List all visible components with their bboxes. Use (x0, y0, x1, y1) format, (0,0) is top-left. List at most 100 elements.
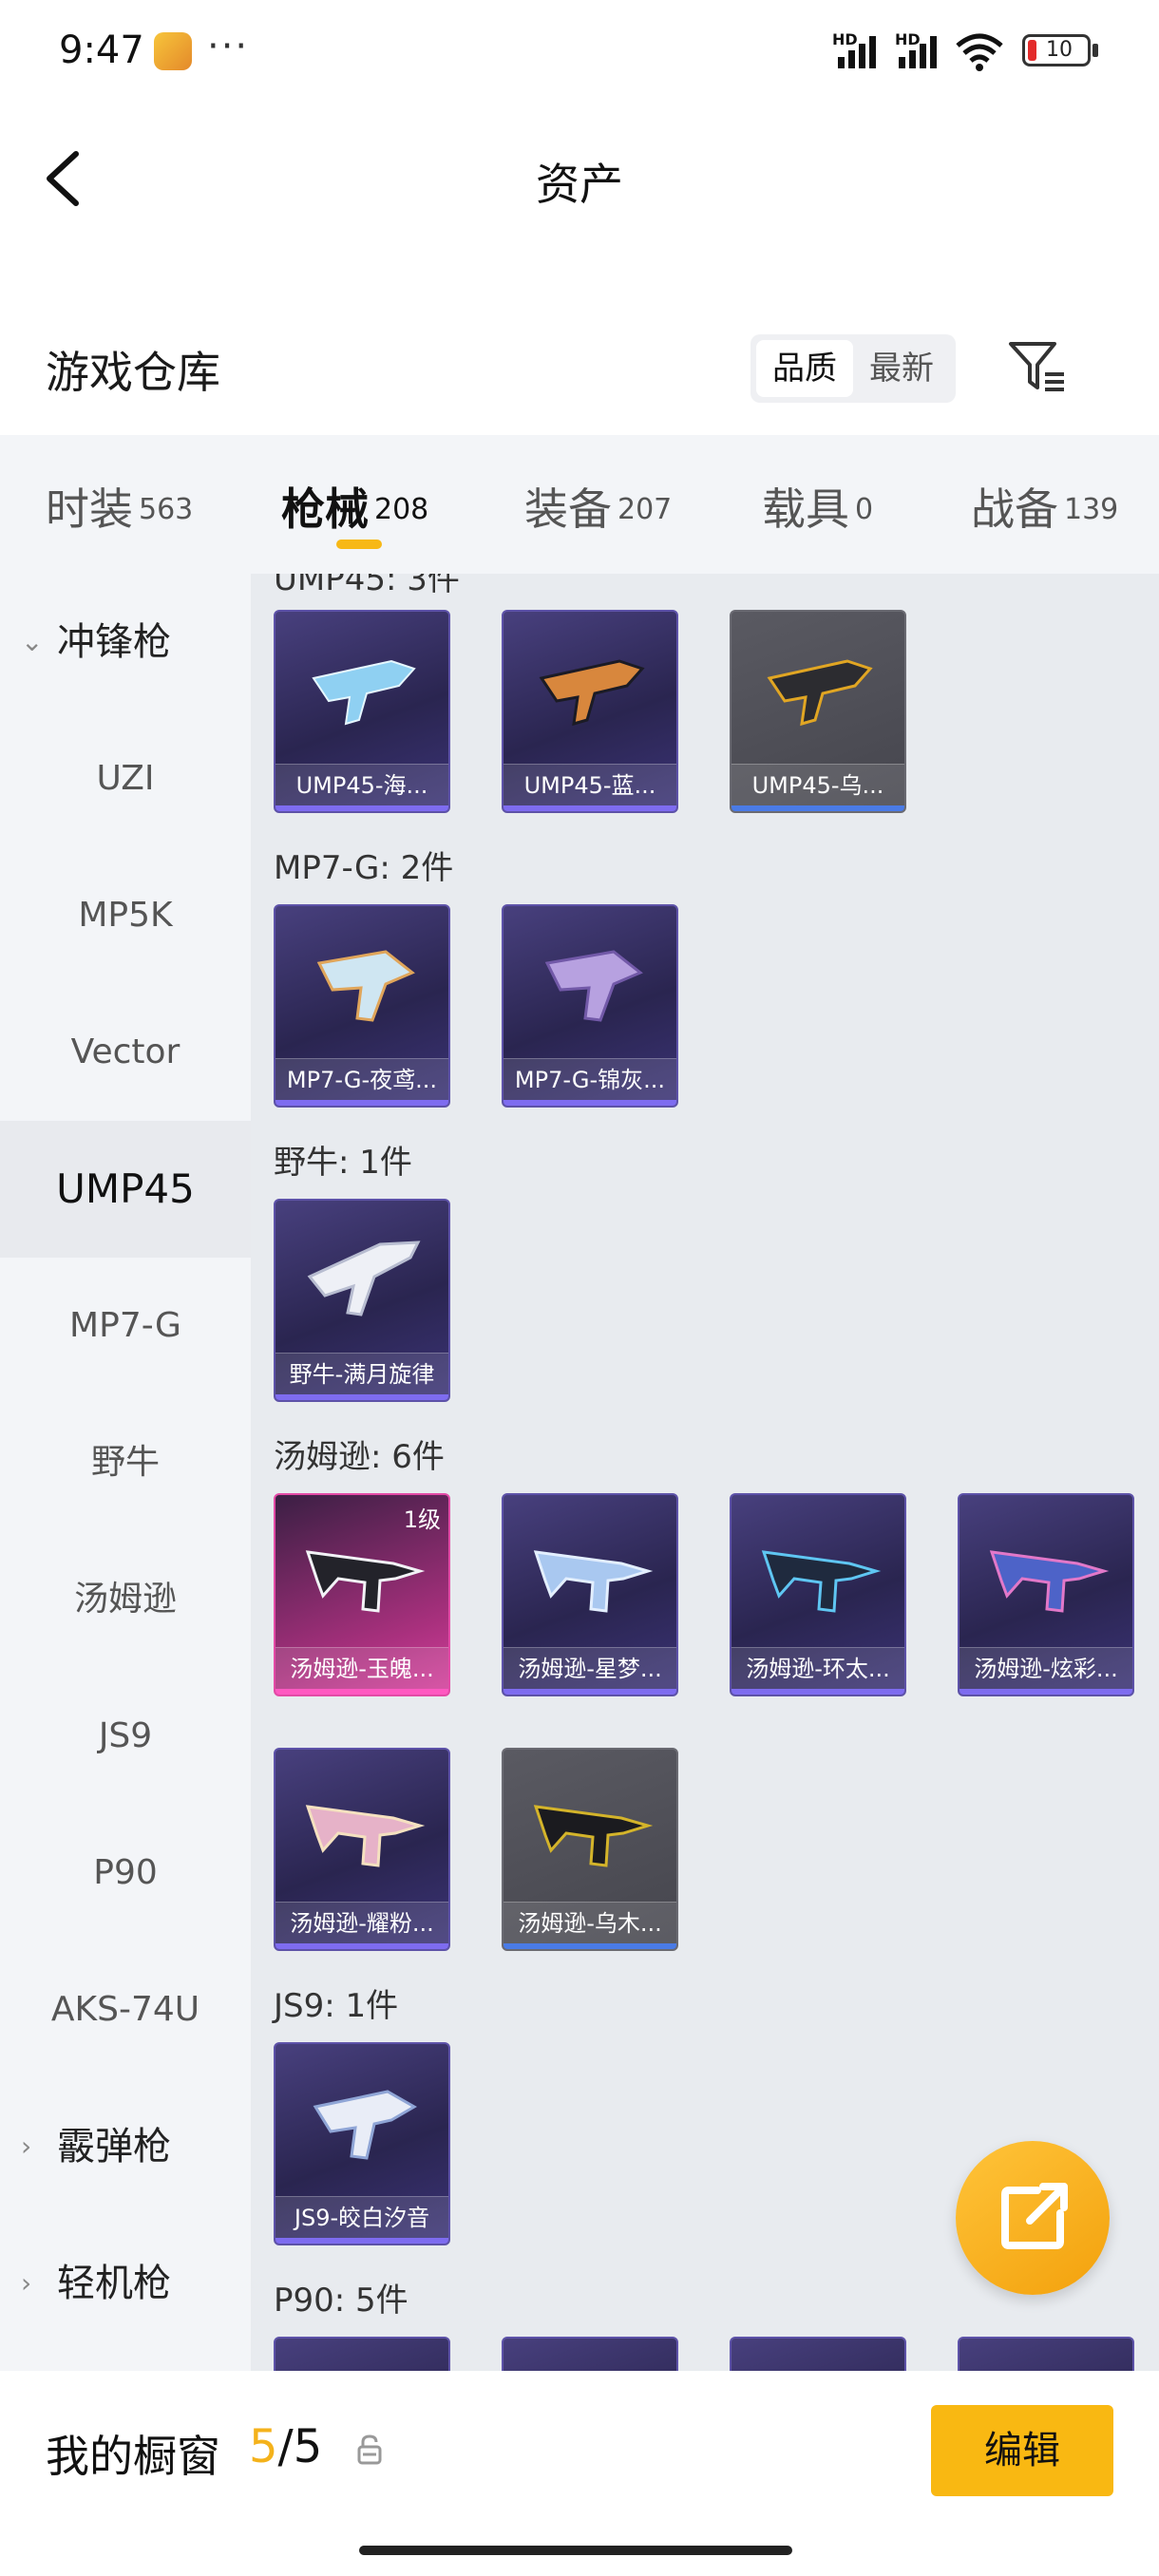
rarity-strip (276, 2238, 448, 2244)
tab-count: 563 (139, 492, 194, 526)
skin-name: MP7-G-夜鸢... (276, 1058, 448, 1100)
skin-card[interactable]: 汤姆逊-炫彩... (958, 1493, 1134, 1696)
skin-card[interactable]: 野牛-满月旋律 (274, 1199, 450, 1402)
sidebar-group-label: 轻机枪 (57, 2262, 171, 2305)
sort-latest-option[interactable]: 最新 (853, 340, 950, 397)
sidebar-item-thompson[interactable]: 汤姆逊 (0, 1531, 251, 1668)
skin-name: 汤姆逊-乌木... (504, 1902, 676, 1943)
tab-count: 0 (855, 492, 874, 526)
gun-icon (544, 950, 643, 1022)
gun-icon (761, 1550, 882, 1613)
sort-toggle: 品质 最新 (750, 334, 956, 403)
share-button[interactable] (956, 2141, 1110, 2295)
tab-count: 208 (374, 492, 429, 526)
sidebar-item-p90[interactable]: P90 (0, 1805, 251, 1941)
skin-card[interactable]: MP7-G-夜鸢... (274, 904, 450, 1108)
sidebar-item-aks74u[interactable]: AKS-74U (0, 1941, 251, 2078)
home-indicator[interactable] (359, 2546, 792, 2555)
gun-icon (313, 2090, 417, 2160)
skin-card[interactable] (274, 2337, 450, 2371)
filter-icon[interactable] (1007, 338, 1068, 395)
sidebar-group-label: 霰弹枪 (57, 2125, 171, 2169)
status-bar: 9:47 ··· HD HD 10 (0, 0, 1159, 104)
tab-vehicles[interactable]: 载具 0 (762, 475, 873, 538)
chevron-right-icon: › (21, 2131, 32, 2162)
sidebar-item-vector[interactable]: Vector (0, 984, 251, 1121)
skin-card[interactable]: UMP45-海... (274, 610, 450, 813)
sidebar-group-lmg[interactable]: › 轻机枪 (0, 2215, 251, 2352)
sidebar-item-js9[interactable]: JS9 (0, 1668, 251, 1805)
skin-name: 汤姆逊-环太... (732, 1647, 904, 1689)
showcase-count: 5/5 (249, 2420, 322, 2473)
skin-card[interactable]: 汤姆逊-耀粉... (274, 1748, 450, 1951)
tab-count: 139 (1064, 492, 1119, 526)
lock-icon (357, 2434, 382, 2465)
sidebar-item-mp5k[interactable]: MP5K (0, 847, 251, 984)
tab-label: 载具 (762, 483, 849, 535)
sidebar-item-ump45[interactable]: UMP45 (0, 1121, 251, 1258)
skin-card[interactable]: UMP45-乌... (730, 610, 906, 813)
sidebar-item-bizon[interactable]: 野牛 (0, 1394, 251, 1531)
tab-label: 战备 (971, 483, 1058, 535)
group-title: 汤姆逊: 6件 (274, 1438, 445, 1476)
signal-icon (899, 36, 937, 68)
sidebar-group-label: 冲锋枪 (57, 620, 171, 664)
skin-card[interactable] (502, 2337, 678, 2371)
status-time: 9:47 (59, 28, 144, 72)
app-notification-icon (154, 32, 192, 70)
rarity-strip (504, 1943, 676, 1949)
skin-card[interactable]: 汤姆逊-乌木... (502, 1748, 678, 1951)
sidebar-group-shotgun[interactable]: › 霰弹枪 (0, 2078, 251, 2215)
gun-icon (989, 1550, 1110, 1613)
chevron-right-icon: › (21, 2267, 32, 2299)
sidebar-group-smg[interactable]: ⌄ 冲锋枪 (0, 574, 251, 710)
rarity-strip (276, 1394, 448, 1400)
skin-card[interactable] (958, 2337, 1134, 2371)
active-tab-indicator (336, 540, 382, 549)
tab-count: 207 (618, 492, 673, 526)
gun-icon (539, 659, 645, 727)
rarity-strip (960, 1689, 1132, 1695)
more-notifications-icon: ··· (207, 25, 250, 68)
tab-label: 装备 (524, 483, 612, 535)
battery-level: 10 (1046, 38, 1073, 62)
page-title: 资产 (536, 159, 623, 210)
tab-guns[interactable]: 枪械 208 (281, 475, 428, 538)
tab-fashion[interactable]: 时装 563 (46, 475, 193, 538)
skin-card[interactable]: 汤姆逊-环太... (730, 1493, 906, 1696)
category-tabs: 时装 563 枪械 208 装备 207 载具 0 战备 139 (0, 435, 1159, 574)
gun-icon (316, 950, 415, 1022)
skin-card[interactable]: 汤姆逊-星梦... (502, 1493, 678, 1696)
showcase-label: 我的橱窗 (46, 2431, 220, 2482)
skin-name: UMP45-海... (276, 764, 448, 805)
sidebar-item-uzi[interactable]: UZI (0, 710, 251, 847)
skin-name: MP7-G-锦灰... (504, 1058, 676, 1100)
skin-card[interactable] (730, 2337, 906, 2371)
skin-card[interactable]: MP7-G-锦灰... (502, 904, 678, 1108)
sort-quality-option[interactable]: 品质 (756, 340, 853, 397)
tab-equipment[interactable]: 装备 207 (524, 475, 672, 538)
skin-name: 汤姆逊-耀粉... (276, 1902, 448, 1943)
edit-button[interactable]: 编辑 (931, 2405, 1113, 2496)
battery-nub (1092, 44, 1098, 57)
group-title: JS9: 1件 (274, 1987, 399, 2025)
weapon-category-sidebar: ⌄ 冲锋枪 UZI MP5K Vector UMP45 MP7-G 野牛 汤姆逊… (0, 574, 251, 2371)
tab-combat-gear[interactable]: 战备 139 (971, 475, 1118, 538)
skin-name: 汤姆逊-玉魄... (276, 1647, 448, 1689)
wifi-icon (956, 33, 1003, 71)
sidebar-item-mp7g[interactable]: MP7-G (0, 1258, 251, 1394)
skin-card[interactable]: UMP45-蓝... (502, 610, 678, 813)
rarity-strip (732, 805, 904, 811)
gun-icon (767, 659, 873, 727)
rarity-strip (504, 1689, 676, 1695)
skin-card[interactable]: 1级 汤姆逊-玉魄... (274, 1493, 450, 1696)
skin-name: 野牛-满月旋律 (276, 1353, 448, 1394)
rarity-strip (276, 1689, 448, 1695)
tab-label: 枪械 (281, 483, 369, 535)
skin-card[interactable]: JS9-皎白汐音 (274, 2042, 450, 2245)
rarity-strip (276, 1100, 448, 1106)
showcase-total: /5 (277, 2420, 323, 2473)
weapon-grid: UMP45: 3件 UMP45-海... UMP45-蓝... UMP45-乌.… (251, 574, 1159, 2371)
rarity-strip (504, 1100, 676, 1106)
gun-icon (533, 1805, 654, 1867)
